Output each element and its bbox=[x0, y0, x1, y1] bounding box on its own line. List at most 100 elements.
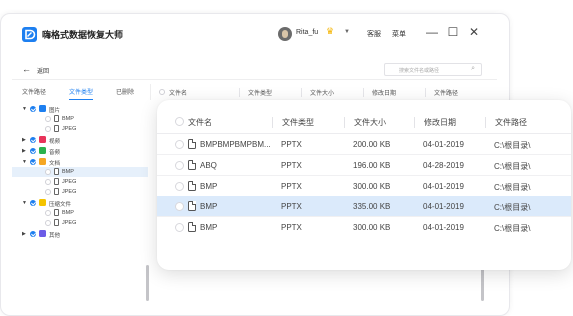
tab-file-type[interactable]: 文件类型 bbox=[69, 87, 94, 100]
collapse-triangle-icon[interactable]: ▶ bbox=[22, 231, 26, 237]
checkbox[interactable] bbox=[45, 115, 51, 122]
file-name: BMP bbox=[200, 182, 218, 191]
checkbox[interactable] bbox=[45, 178, 51, 185]
file-icon bbox=[54, 178, 59, 185]
column-header-path[interactable]: 文件路径 bbox=[425, 87, 458, 97]
tree-label: 压缩文件 bbox=[49, 201, 72, 208]
checkbox[interactable] bbox=[45, 125, 51, 132]
expand-triangle-icon[interactable]: ▼ bbox=[22, 159, 27, 165]
audio-folder-icon bbox=[39, 147, 46, 154]
checkbox-checked[interactable] bbox=[30, 136, 36, 143]
tree-item-bmp-selected[interactable]: BMP bbox=[12, 167, 148, 177]
select-all-checkbox[interactable] bbox=[159, 88, 165, 95]
search-input[interactable]: 搜索文件名或路径 ⌕ bbox=[384, 63, 482, 76]
checkbox-checked[interactable] bbox=[30, 158, 36, 165]
tree-item-other[interactable]: ▶ 其他 bbox=[12, 229, 148, 239]
file-size: 200.00 KB bbox=[353, 140, 391, 149]
tree-item-images[interactable]: ▼ 图片 bbox=[12, 104, 148, 114]
file-path: C:\根目录\ bbox=[494, 162, 531, 171]
expand-triangle-icon[interactable]: ▼ bbox=[22, 106, 27, 112]
column-header-name[interactable]: 文件名 bbox=[169, 88, 187, 97]
user-dropdown-caret-icon[interactable]: ▼ bbox=[344, 29, 350, 35]
file-icon bbox=[188, 201, 196, 211]
view-tabs: 文件路径 文件类型 已删除 bbox=[12, 84, 148, 100]
tab-deleted[interactable]: 已删除 bbox=[116, 87, 134, 96]
tree-item-video[interactable]: ▶ 视频 bbox=[12, 135, 148, 145]
tree-item-audio[interactable]: ▶ 音频 bbox=[12, 146, 148, 156]
tree-item-jpeg[interactable]: JPEG bbox=[12, 218, 148, 228]
column-header-type[interactable]: 文件类型 bbox=[239, 87, 272, 97]
file-row[interactable]: BMP PPTX 300.00 KB 04-01-2019 C:\根目录\ bbox=[157, 176, 571, 197]
user-avatar[interactable] bbox=[278, 27, 292, 41]
column-header-size[interactable]: 文件大小 bbox=[344, 117, 386, 128]
collapse-triangle-icon[interactable]: ▶ bbox=[22, 137, 26, 143]
row-radio[interactable] bbox=[175, 223, 184, 232]
column-header-date[interactable]: 修改日期 bbox=[363, 87, 396, 97]
tree-item-jpeg[interactable]: JPEG bbox=[12, 177, 148, 187]
file-icon bbox=[54, 125, 59, 132]
back-button[interactable]: 返回 bbox=[37, 66, 49, 75]
select-all-radio[interactable] bbox=[175, 117, 184, 126]
tree-item-jpeg[interactable]: JPEG bbox=[12, 187, 148, 197]
column-header-type[interactable]: 文件类型 bbox=[272, 117, 314, 128]
maximize-button[interactable]: ☐ bbox=[446, 25, 460, 39]
tree-item-jpeg[interactable]: JPEG bbox=[12, 124, 148, 134]
menu-button[interactable]: 菜单 bbox=[392, 29, 406, 39]
tree-label: 视频 bbox=[49, 138, 61, 145]
tree-label: BMP bbox=[62, 115, 74, 122]
username[interactable]: Rita_fu bbox=[296, 29, 318, 36]
file-name: BMPBMPBMPBM... bbox=[200, 140, 271, 149]
row-radio[interactable] bbox=[175, 182, 184, 191]
vip-crown-icon: ♛ bbox=[326, 26, 335, 36]
checkbox-checked[interactable] bbox=[30, 199, 36, 206]
file-date: 04-28-2019 bbox=[423, 161, 464, 170]
tree-scrollbar[interactable] bbox=[146, 265, 149, 301]
file-date: 04-01-2019 bbox=[423, 140, 464, 149]
nav-bar: ← 返回 搜索文件名或路径 ⌕ bbox=[12, 60, 497, 80]
tree-item-documents[interactable]: ▼ 文档 bbox=[12, 157, 148, 167]
file-icon bbox=[188, 139, 196, 149]
tab-file-path[interactable]: 文件路径 bbox=[22, 87, 46, 96]
column-header-date[interactable]: 修改日期 bbox=[414, 117, 456, 128]
search-icon[interactable]: ⌕ bbox=[471, 65, 475, 73]
file-type: PPTX bbox=[281, 223, 302, 232]
checkbox-checked[interactable] bbox=[30, 230, 36, 237]
checkbox-checked[interactable] bbox=[30, 105, 36, 112]
close-button[interactable]: ✕ bbox=[467, 25, 481, 39]
app-logo-icon bbox=[22, 27, 37, 42]
row-radio[interactable] bbox=[175, 202, 184, 211]
column-header-path[interactable]: 文件路径 bbox=[485, 117, 527, 128]
tree-label: 音频 bbox=[49, 149, 61, 156]
file-row[interactable]: BMPBMPBMPBM... PPTX 200.00 KB 04-01-2019… bbox=[157, 134, 571, 155]
tree-item-bmp[interactable]: BMP bbox=[12, 114, 148, 124]
file-list-header: 文件名 文件类型 文件大小 修改日期 文件路径 bbox=[157, 110, 571, 134]
tree-label: BMP bbox=[62, 209, 74, 216]
checkbox[interactable] bbox=[45, 168, 51, 175]
checkbox[interactable] bbox=[45, 219, 51, 226]
back-arrow-icon[interactable]: ← bbox=[22, 64, 31, 74]
column-header-name[interactable]: 文件名 bbox=[188, 117, 212, 128]
tree-item-archives[interactable]: ▼ 压缩文件 bbox=[12, 198, 148, 208]
table-scrollbar[interactable] bbox=[481, 265, 484, 301]
file-row[interactable]: ABQ PPTX 196.00 KB 04-28-2019 C:\根目录\ bbox=[157, 155, 571, 176]
expand-triangle-icon[interactable]: ▼ bbox=[22, 200, 27, 206]
checkbox[interactable] bbox=[45, 188, 51, 195]
column-header-size[interactable]: 文件大小 bbox=[301, 87, 334, 97]
tree-item-bmp[interactable]: BMP bbox=[12, 208, 148, 218]
customer-service-button[interactable]: 客服 bbox=[367, 29, 381, 39]
collapse-triangle-icon[interactable]: ▶ bbox=[22, 148, 26, 154]
row-radio[interactable] bbox=[175, 161, 184, 170]
file-path: C:\根目录\ bbox=[494, 183, 531, 192]
file-icon bbox=[54, 115, 59, 122]
file-row[interactable]: BMP PPTX 300.00 KB 04-01-2019 C:\根目录\ bbox=[157, 217, 571, 238]
file-row-selected[interactable]: BMP PPTX 335.00 KB 04-01-2019 C:\根目录\ bbox=[157, 196, 571, 217]
minimize-button[interactable]: — bbox=[425, 25, 439, 39]
row-radio[interactable] bbox=[175, 140, 184, 149]
checkbox[interactable] bbox=[45, 209, 51, 216]
checkbox-checked[interactable] bbox=[30, 147, 36, 154]
tree-label: JPEG bbox=[62, 219, 77, 226]
tree-label: 其他 bbox=[49, 232, 61, 239]
file-path: C:\根目录\ bbox=[494, 141, 531, 150]
image-folder-icon bbox=[39, 105, 46, 112]
file-icon bbox=[188, 222, 196, 232]
